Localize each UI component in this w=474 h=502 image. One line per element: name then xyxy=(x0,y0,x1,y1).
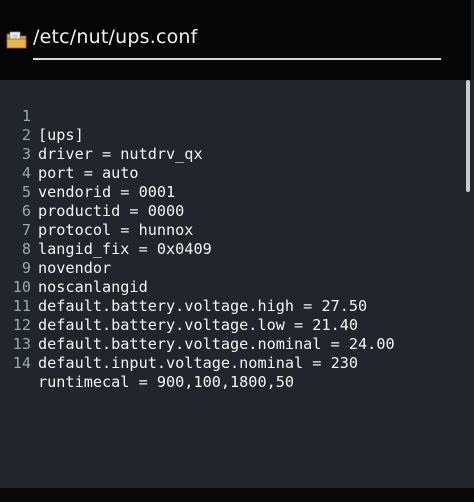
code-line: 4 vendorid = 0001 xyxy=(0,145,460,201)
code-line: 10 default.battery.voltage.high = 27.50 xyxy=(0,259,460,315)
code-line: 11 default.battery.voltage.low = 21.40 xyxy=(0,278,460,334)
text-editor-app: /etc/nut/ups.conf 1 [ups] 2 driver = nut… xyxy=(0,0,474,502)
code-line: 3 port = auto xyxy=(0,126,460,182)
line-text: default.input.voltage.nominal = 230 xyxy=(38,354,359,372)
code-line: 1 [ups] xyxy=(0,88,460,144)
folder-file-icon[interactable] xyxy=(6,31,28,49)
code-line: 2 driver = nutdrv_qx xyxy=(0,107,460,163)
code-editor[interactable]: 1 [ups] 2 driver = nutdrv_qx 3 port = au… xyxy=(0,80,474,488)
code-line: 5 productid = 0000 xyxy=(0,164,460,220)
code-line: 8 novendor xyxy=(0,221,460,277)
code-line: 12 default.battery.voltage.nominal = 24.… xyxy=(0,297,460,353)
path-underline xyxy=(33,58,441,60)
file-path-title[interactable]: /etc/nut/ups.conf xyxy=(33,26,198,48)
code-line: 6 protocol = hunnox xyxy=(0,183,460,239)
line-text: runtimecal = 900,100,1800,50 xyxy=(38,373,295,391)
vertical-scrollbar[interactable] xyxy=(466,80,470,192)
file-header: /etc/nut/ups.conf xyxy=(0,0,474,80)
line-number: 14 xyxy=(12,354,31,372)
code-line: 13 default.input.voltage.nominal = 230 xyxy=(0,316,460,372)
code-line: 14 runtimecal = 900,100,1800,50 xyxy=(0,335,460,391)
bottom-bar xyxy=(0,488,474,502)
code-line: 7 langid_fix = 0x0409 xyxy=(0,202,460,258)
code-line: 9 noscanlangid xyxy=(0,240,460,296)
